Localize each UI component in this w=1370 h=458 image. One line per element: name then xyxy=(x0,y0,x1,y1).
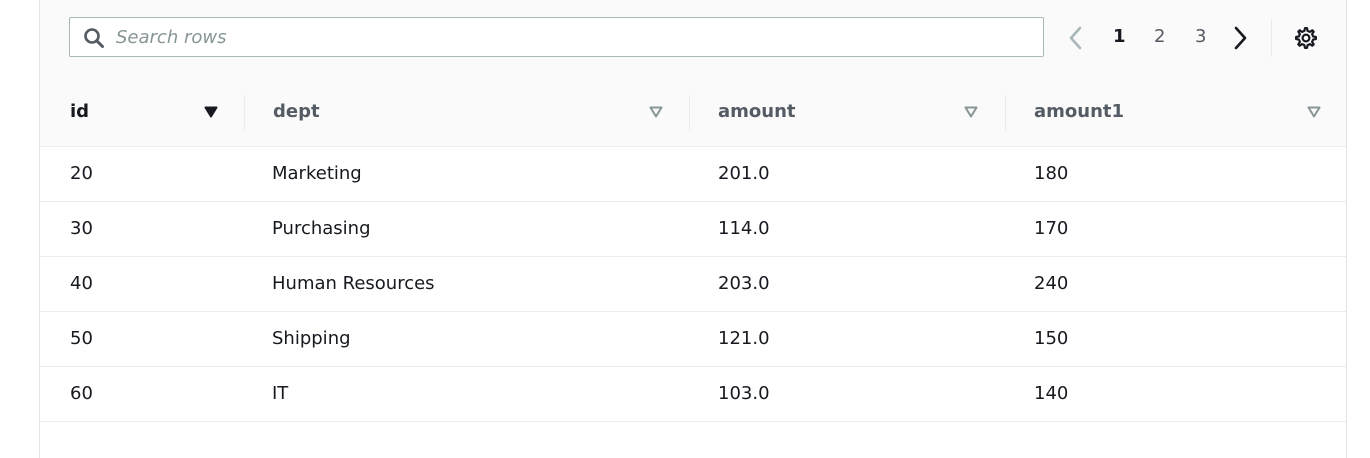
column-label-dept: dept xyxy=(273,101,320,122)
search-input[interactable] xyxy=(116,18,1016,56)
table-row[interactable]: 30 Purchasing 114.0 170 xyxy=(40,202,1346,257)
table-row[interactable]: 50 Shipping 121.0 150 xyxy=(40,312,1346,367)
cell-id: 30 xyxy=(70,218,93,239)
next-page-button[interactable] xyxy=(1229,23,1251,53)
table-body: 20 Marketing 201.0 180 30 Purchasing 114… xyxy=(40,147,1346,422)
cell-amount: 201.0 xyxy=(718,163,770,184)
settings-button[interactable] xyxy=(1293,25,1319,51)
cell-dept: IT xyxy=(272,383,289,404)
cell-id: 50 xyxy=(70,328,93,349)
cell-dept: Shipping xyxy=(272,328,351,349)
cell-id: 20 xyxy=(70,163,93,184)
cell-amount1: 180 xyxy=(1034,163,1069,184)
cell-dept: Marketing xyxy=(272,163,362,184)
column-label-id: id xyxy=(70,101,90,122)
page-2-button[interactable]: 2 xyxy=(1154,26,1165,47)
column-label-amount1: amount1 xyxy=(1034,101,1125,122)
table-row[interactable]: 60 IT 103.0 140 xyxy=(40,367,1346,422)
sort-icon xyxy=(964,106,978,118)
cell-amount1: 240 xyxy=(1034,273,1069,294)
search-field[interactable] xyxy=(69,17,1044,57)
prev-page-button[interactable] xyxy=(1065,23,1087,53)
column-label-amount: amount xyxy=(718,101,796,122)
cell-amount1: 150 xyxy=(1034,328,1069,349)
chevron-right-icon xyxy=(1234,26,1247,50)
search-icon xyxy=(84,28,104,48)
column-header-amount[interactable]: amount xyxy=(690,80,1005,146)
sort-descending-icon xyxy=(204,106,218,118)
column-header-id[interactable]: id xyxy=(40,80,244,146)
column-header-amount1[interactable]: amount1 xyxy=(1006,80,1346,146)
toolbar-divider xyxy=(1271,19,1272,57)
cell-amount: 203.0 xyxy=(718,273,770,294)
cell-amount1: 170 xyxy=(1034,218,1069,239)
sort-icon xyxy=(649,106,663,118)
cell-dept: Human Resources xyxy=(272,273,435,294)
table-toolbar: 1 2 3 xyxy=(40,0,1346,81)
table-row[interactable]: 40 Human Resources 203.0 240 xyxy=(40,257,1346,312)
page-3-button[interactable]: 3 xyxy=(1195,26,1206,47)
cell-amount: 114.0 xyxy=(718,218,770,239)
cell-amount1: 140 xyxy=(1034,383,1069,404)
cell-dept: Purchasing xyxy=(272,218,371,239)
page-1-button[interactable]: 1 xyxy=(1113,26,1126,47)
table-row[interactable]: 20 Marketing 201.0 180 xyxy=(40,147,1346,202)
cell-id: 60 xyxy=(70,383,93,404)
cell-amount: 121.0 xyxy=(718,328,770,349)
cell-amount: 103.0 xyxy=(718,383,770,404)
sort-icon xyxy=(1307,106,1321,118)
gear-icon xyxy=(1295,27,1317,50)
table-header: id dept amount amount1 xyxy=(40,80,1346,147)
column-header-dept[interactable]: dept xyxy=(245,80,689,146)
chevron-left-icon xyxy=(1069,26,1082,50)
cell-id: 40 xyxy=(70,273,93,294)
